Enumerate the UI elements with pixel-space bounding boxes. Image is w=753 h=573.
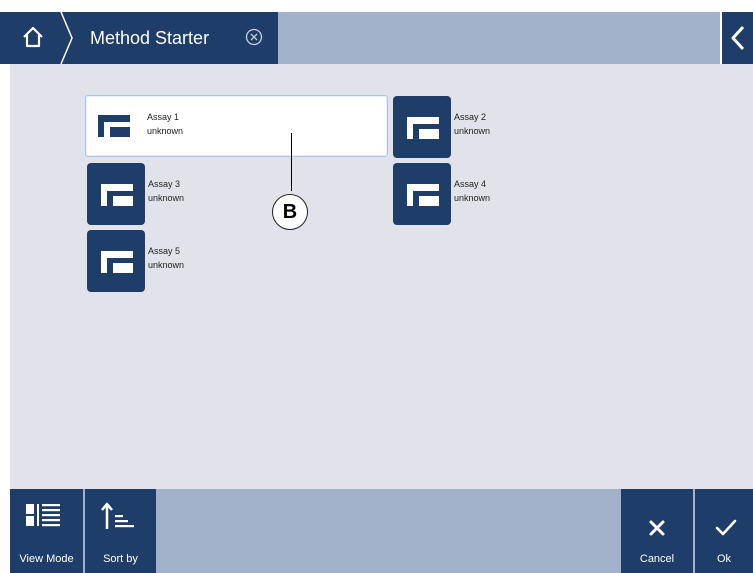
method-name: Assay 5 [148,246,181,256]
method-status: unknown [148,260,185,270]
cancel-button[interactable]: Cancel [621,489,693,573]
method-status: unknown [148,193,185,203]
method-icon-container [87,163,145,225]
method-tile-assay-5[interactable]: Assay 5 unknown [87,230,237,292]
method-name: Assay 3 [148,179,181,189]
home-icon [23,26,43,48]
method-icon-container [393,163,451,225]
view-mode-icon [26,504,60,527]
method-name: Assay 2 [454,112,487,122]
method-icon [98,115,130,137]
method-list-area: Assay 1 unknown Assay 2 unknown Assay 3 … [10,64,753,489]
method-icon [407,117,439,139]
page-title: Method Starter [90,28,210,48]
close-icon [649,520,665,536]
method-tile-assay-3[interactable]: Assay 3 unknown [87,163,237,225]
breadcrumb-separator-icon [60,12,73,64]
method-status: unknown [454,126,491,136]
method-tile-assay-4[interactable]: Assay 4 unknown [393,163,543,225]
back-button[interactable] [720,12,753,64]
ok-button[interactable]: Ok [695,489,753,573]
method-tile-assay-1[interactable]: Assay 1 unknown [85,95,388,157]
view-mode-button[interactable]: View Mode [10,489,83,573]
close-tab-button[interactable] [245,28,263,46]
close-circle-icon [245,28,263,46]
ok-label: Ok [716,553,732,565]
checkmark-icon [715,519,737,536]
method-icon-container [87,230,145,292]
callout-label-b: B [272,194,308,230]
sort-by-label: Sort by [103,553,138,565]
cancel-label: Cancel [639,553,675,565]
chevron-left-icon [731,25,745,51]
sort-ascending-icon [101,502,134,529]
home-button[interactable] [0,12,60,64]
method-name: Assay 4 [454,179,487,189]
title-tab: Method Starter [60,12,278,64]
sort-by-button[interactable]: Sort by [85,489,156,573]
method-icon [101,184,133,206]
method-icon-container [86,96,144,158]
method-tile-assay-2[interactable]: Assay 2 unknown [393,96,543,158]
top-bar: Method Starter [0,12,753,64]
bottom-toolbar: View Mode Sort by Cancel Ok [10,489,753,573]
method-starter-screen: Method Starter Assay 1 unknown Assay 2 u… [0,0,753,573]
callout-leader-line [291,133,292,191]
method-icon-container [393,96,451,158]
method-status: unknown [454,193,491,203]
method-icon [101,251,133,273]
method-icon [407,184,439,206]
method-name: Assay 1 [147,112,180,122]
method-status: unknown [147,126,184,136]
view-mode-label: View Mode [19,553,74,565]
